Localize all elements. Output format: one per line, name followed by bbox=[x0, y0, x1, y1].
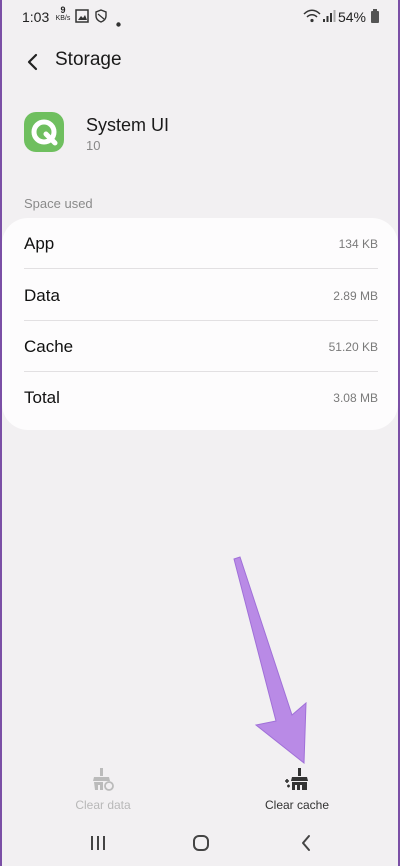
notification-dot-icon bbox=[116, 14, 121, 32]
back-arrow-icon bbox=[27, 53, 38, 71]
back-button[interactable] bbox=[18, 48, 46, 76]
recent-apps-button[interactable] bbox=[83, 830, 113, 856]
row-label: Cache bbox=[24, 337, 74, 356]
nav-back-button[interactable] bbox=[291, 830, 321, 856]
net-speed-indicator: 9 KB/s bbox=[55, 5, 71, 23]
wifi-icon bbox=[303, 9, 321, 28]
gallery-icon bbox=[75, 9, 89, 28]
storage-row-cache: Cache 51.20 KB bbox=[24, 321, 378, 373]
recent-apps-icon bbox=[91, 836, 105, 850]
row-value: 51.20 KB bbox=[328, 340, 378, 354]
row-label: Total bbox=[24, 388, 60, 407]
storage-card: App 134 KB Data 2.89 MB Cache 51.20 KB T… bbox=[2, 218, 398, 430]
net-speed-value: 9 bbox=[60, 5, 66, 15]
clear-data-button[interactable]: Clear data bbox=[43, 766, 163, 812]
header: Storage bbox=[0, 40, 400, 80]
battery-percent: 54% bbox=[337, 9, 366, 25]
row-label: Data bbox=[24, 286, 60, 305]
app-name: System UI bbox=[86, 115, 170, 135]
signal-icon bbox=[322, 9, 336, 28]
clear-cache-button[interactable]: Clear cache bbox=[237, 766, 357, 812]
storage-row-data: Data 2.89 MB bbox=[24, 270, 378, 322]
clear-cache-label: Clear cache bbox=[264, 798, 330, 812]
home-button[interactable] bbox=[186, 830, 216, 856]
storage-row-app: App 134 KB bbox=[24, 218, 378, 270]
row-value: 134 KB bbox=[338, 237, 378, 251]
app-icon bbox=[24, 112, 64, 152]
annotation-arrow bbox=[233, 556, 307, 765]
net-speed-unit: KB/s bbox=[55, 15, 71, 22]
broom-sparkle-icon bbox=[285, 768, 308, 790]
page-title: Storage bbox=[55, 49, 122, 70]
storage-row-total: Total 3.08 MB bbox=[24, 372, 378, 424]
row-value: 3.08 MB bbox=[333, 391, 378, 405]
home-icon bbox=[193, 835, 209, 851]
shield-icon bbox=[94, 9, 108, 28]
row-value: 2.89 MB bbox=[333, 289, 378, 303]
broom-clear-data-icon bbox=[93, 768, 114, 791]
section-label-space-used: Space used bbox=[24, 196, 93, 211]
battery-icon bbox=[370, 9, 380, 28]
divider bbox=[24, 268, 378, 269]
app-version: 10 bbox=[86, 138, 101, 153]
status-time: 1:03 bbox=[22, 9, 50, 25]
navigation-bar bbox=[0, 820, 400, 866]
status-bar: 1:03 9 KB/s 54% bbox=[0, 0, 400, 34]
back-chevron-icon bbox=[302, 835, 310, 851]
clear-data-label: Clear data bbox=[75, 798, 131, 812]
row-label: App bbox=[24, 234, 55, 253]
